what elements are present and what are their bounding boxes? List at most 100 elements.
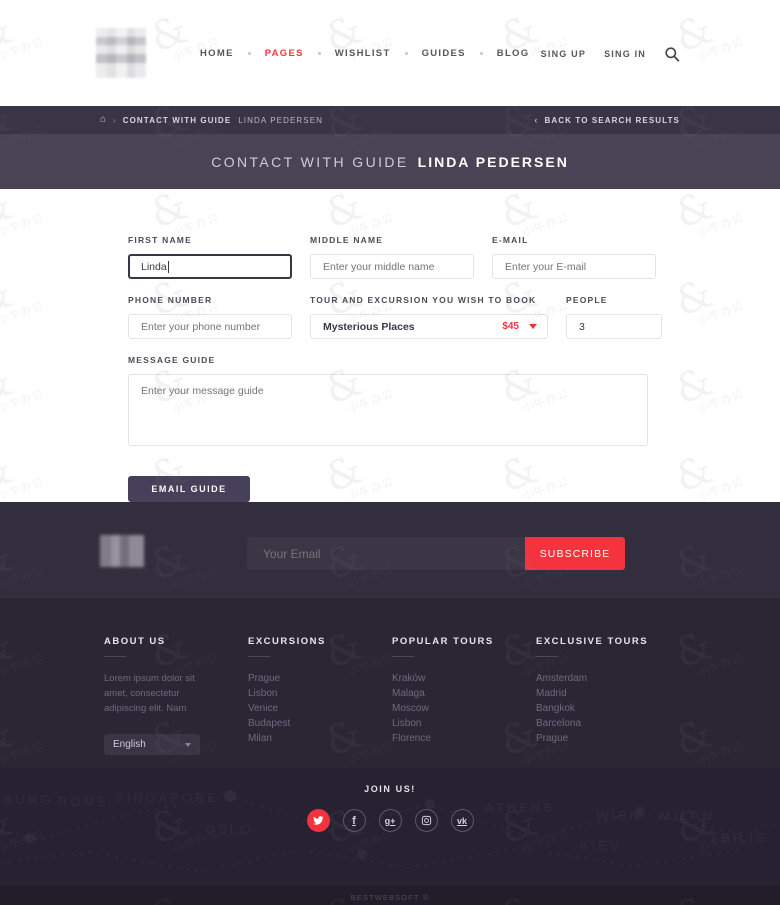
list-item[interactable]: Malaga	[392, 686, 536, 701]
list-item[interactable]: Kraków	[392, 671, 536, 686]
email-input[interactable]	[492, 254, 656, 279]
title-underline	[104, 656, 126, 657]
breadcrumb-separator: ›	[113, 115, 116, 125]
email-guide-button[interactable]: EMAIL GUIDE	[128, 476, 250, 502]
first-name-value: Linda	[141, 260, 167, 273]
page-root: HOME PAGES WISHLIST GUIDES BLOG SING UP …	[0, 0, 780, 905]
map-city-label: KIEV	[580, 838, 622, 853]
site-header: HOME PAGES WISHLIST GUIDES BLOG SING UP …	[0, 0, 780, 106]
title-underline	[392, 656, 414, 657]
phone-input[interactable]	[128, 314, 292, 339]
form-row-names: FIRST NAME Linda MIDDLE NAME E-MAIL	[128, 235, 680, 279]
list-item[interactable]: Budapest	[248, 716, 392, 731]
list-item[interactable]: Bangkok	[536, 701, 680, 716]
first-name-input[interactable]: Linda	[128, 254, 292, 279]
middle-name-input[interactable]	[310, 254, 474, 279]
facebook-icon[interactable]: f	[342, 809, 366, 832]
field-email: E-MAIL	[492, 235, 656, 279]
newsletter-form: SUBSCRIBE	[247, 537, 625, 570]
list-item[interactable]: Moscow	[392, 701, 536, 716]
chevron-left-icon: ‹	[534, 115, 539, 125]
nav-item-wishlist[interactable]: WISHLIST	[331, 46, 395, 61]
middle-name-label: MIDDLE NAME	[310, 235, 384, 245]
twitter-icon[interactable]	[306, 809, 330, 832]
field-first-name: FIRST NAME Linda	[128, 235, 292, 279]
newsletter-email-input[interactable]	[247, 537, 525, 570]
home-icon[interactable]: ⌂	[100, 115, 106, 125]
back-label: BACK TO SEARCH RESULTS	[544, 115, 680, 125]
field-middle-name: MIDDLE NAME	[310, 235, 474, 279]
people-input[interactable]: 3	[566, 314, 662, 339]
breadcrumb-current: LINDA PEDERSEN	[238, 115, 324, 125]
title-underline	[248, 656, 270, 657]
tour-label: TOUR AND EXCURSION YOU WISH TO BOOK	[310, 295, 537, 305]
list-item[interactable]: Venice	[248, 701, 392, 716]
map-city-label: TBILIS	[710, 830, 768, 845]
contact-form: FIRST NAME Linda MIDDLE NAME E-MAIL PHON…	[0, 189, 780, 502]
nav-separator-dot	[479, 52, 483, 55]
map-city-label: ATHENS	[485, 800, 555, 815]
field-tour: TOUR AND EXCURSION YOU WISH TO BOOK Myst…	[310, 295, 548, 339]
language-value: English	[113, 739, 146, 750]
search-icon[interactable]	[664, 46, 680, 62]
chevron-down-icon	[185, 742, 191, 747]
footer-logo[interactable]	[100, 535, 144, 567]
nav-item-blog[interactable]: BLOG	[493, 46, 534, 61]
google-plus-icon[interactable]: g+	[378, 809, 402, 832]
copyright-bar: BESTWEBSOFT ©	[0, 886, 780, 905]
people-value: 3	[579, 320, 585, 333]
list-item[interactable]: Lisbon	[248, 686, 392, 701]
exclusive-tours-title: EXCLUSIVE TOURS	[536, 636, 649, 647]
sign-in-link[interactable]: SING IN	[604, 49, 646, 59]
tour-select[interactable]: Mysterious Places $45	[310, 314, 548, 339]
list-item[interactable]: Amsterdam	[536, 671, 680, 686]
map-city-label: SBURG	[0, 792, 54, 807]
list-item[interactable]: Barcelona	[536, 716, 680, 731]
list-item[interactable]: Prague	[248, 671, 392, 686]
map-city-label: WIEN	[596, 808, 642, 823]
list-item[interactable]: Lisbon	[392, 716, 536, 731]
nav-separator-dot	[404, 52, 408, 55]
about-title: ABOUT US	[104, 636, 166, 647]
instagram-icon[interactable]	[414, 809, 438, 832]
nav-item-guides[interactable]: GUIDES	[418, 46, 470, 61]
page-title-band: CONTACT WITH GUIDE LINDA PEDERSEN	[0, 134, 780, 189]
footer-columns: ABOUT US Lorem ipsum dolor sit amet, con…	[0, 598, 780, 768]
footer-column-excursions: EXCURSIONS Prague Lisbon Venice Budapest…	[248, 636, 392, 768]
header-account-area: SING UP SING IN	[541, 46, 680, 62]
about-text: Lorem ipsum dolor sit amet, consectetur …	[104, 673, 195, 714]
first-name-label: FIRST NAME	[128, 235, 192, 245]
vk-icon[interactable]: vk	[450, 809, 474, 832]
list-item[interactable]: Milan	[248, 731, 392, 746]
nav-item-pages[interactable]: PAGES	[261, 46, 308, 61]
tour-selected-value: Mysterious Places	[323, 320, 415, 333]
map-city-label: ROME	[58, 794, 109, 809]
list-item[interactable]: Florence	[392, 731, 536, 746]
language-select[interactable]: English	[104, 734, 200, 755]
list-item[interactable]: Prague	[536, 731, 680, 746]
message-label: MESSAGE GUIDE	[128, 355, 216, 365]
map-city-label: SINGAPORE	[115, 790, 220, 805]
nav-item-home[interactable]: HOME	[196, 46, 238, 61]
back-to-search-results-link[interactable]: ‹ BACK TO SEARCH RESULTS	[534, 115, 680, 125]
chevron-down-icon	[529, 324, 537, 329]
form-row-booking: PHONE NUMBER TOUR AND EXCURSION YOU WISH…	[128, 295, 680, 339]
nav-separator-dot	[247, 52, 251, 55]
field-message: MESSAGE GUIDE	[128, 355, 680, 446]
breadcrumb: ⌂ › CONTACT WITH GUIDE LINDA PEDERSEN ‹ …	[0, 106, 780, 134]
people-label: PEOPLE	[566, 295, 608, 305]
message-textarea[interactable]	[128, 374, 648, 446]
map-city-label: OSLO	[205, 822, 254, 837]
tour-price: $45	[502, 321, 519, 332]
subscribe-button[interactable]: SUBSCRIBE	[525, 537, 625, 570]
site-logo[interactable]	[96, 28, 146, 78]
title-underline	[536, 656, 558, 657]
list-item[interactable]: Madrid	[536, 686, 680, 701]
breadcrumb-label[interactable]: CONTACT WITH GUIDE	[123, 116, 232, 125]
map-city-label: MILAN	[660, 808, 715, 823]
page-title-prefix: CONTACT WITH GUIDE	[211, 153, 409, 170]
popular-tours-title: POPULAR TOURS	[392, 636, 494, 647]
field-people: PEOPLE 3	[566, 295, 662, 339]
excursions-title: EXCURSIONS	[248, 636, 326, 647]
sign-up-link[interactable]: SING UP	[541, 49, 586, 59]
